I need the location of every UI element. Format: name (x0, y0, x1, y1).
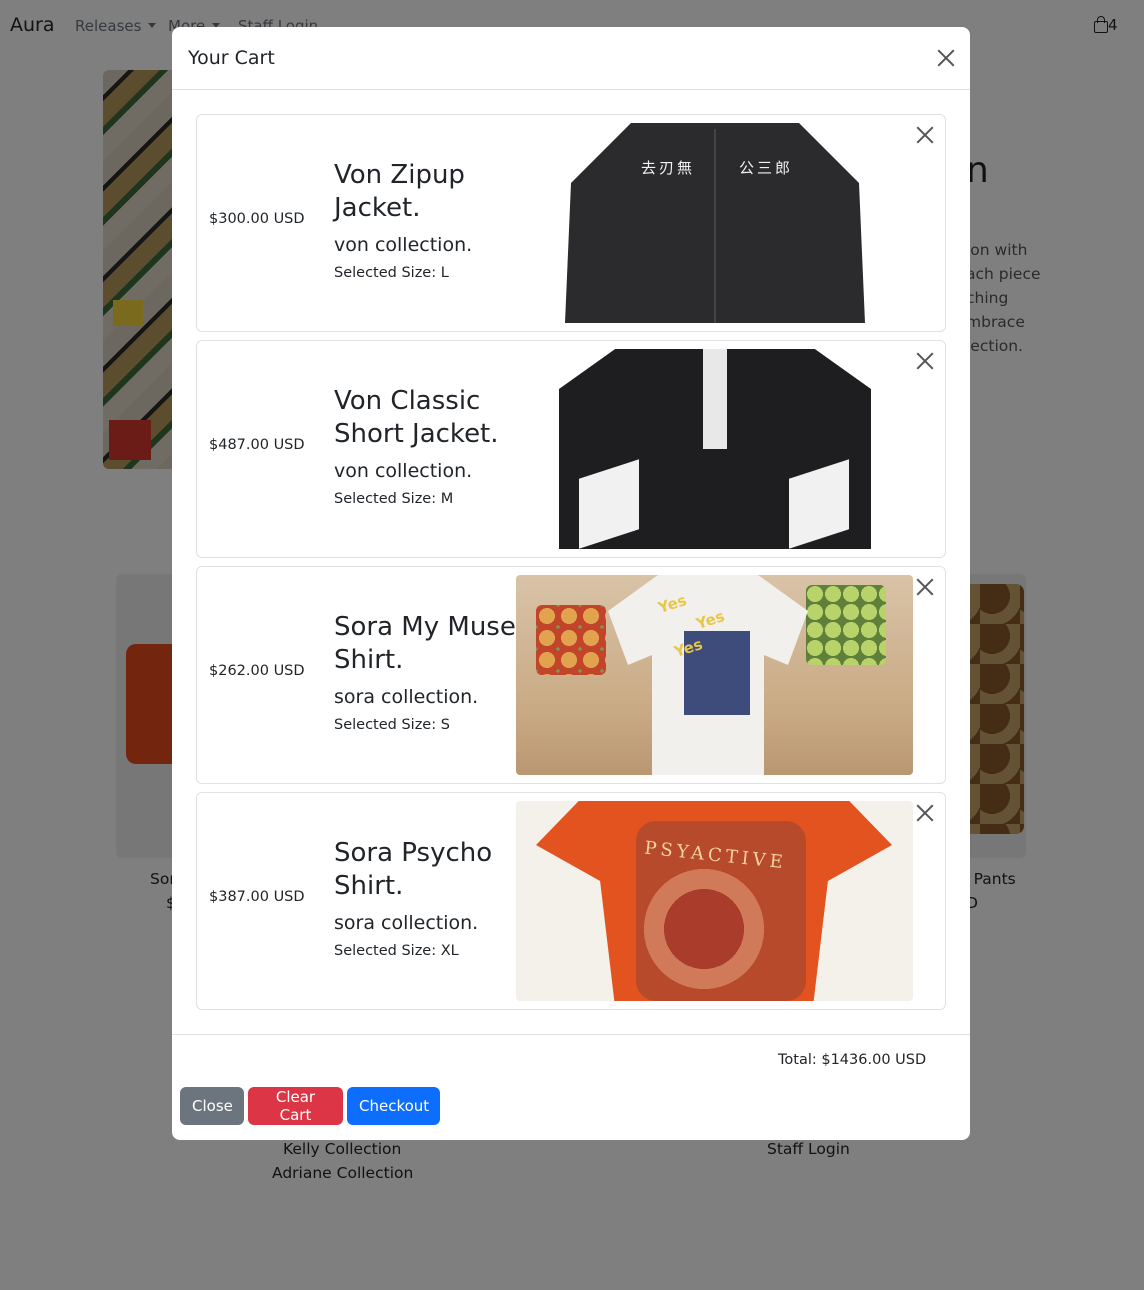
close-icon[interactable] (916, 352, 934, 370)
item-image: PSYACTIVE (516, 801, 913, 1001)
cart-item: $262.00 USD Sora My Muse Shirt. sora col… (196, 566, 946, 784)
item-price: $300.00 USD (209, 211, 305, 227)
jacket-print-right: 公三郎 (739, 159, 794, 177)
item-name: Sora My Muse Shirt. (334, 612, 516, 675)
item-name: Von Classic Short Jacket. (334, 386, 499, 449)
cart-item: $387.00 USD Sora Psycho Shirt. sora coll… (196, 792, 946, 1010)
modal-title: Your Cart (188, 47, 275, 69)
close-icon[interactable] (916, 578, 934, 596)
item-collection: sora collection. (334, 912, 479, 934)
item-image: 去刃無 公三郎 (517, 123, 917, 323)
cart-total: Total: $1436.00 USD (778, 1052, 927, 1068)
modal-footer: Total: $1436.00 USD Close Clear Cart Che… (172, 1034, 970, 1140)
checkout-button[interactable]: Checkout (347, 1087, 440, 1125)
close-icon[interactable] (916, 804, 934, 822)
item-price: $387.00 USD (209, 889, 305, 905)
item-collection: von collection. (334, 460, 473, 482)
item-collection: sora collection. (334, 686, 479, 708)
cart-modal: Your Cart $300.00 USD Von Zipup Jacket. … (172, 27, 970, 1140)
modal-body: $300.00 USD Von Zipup Jacket. von collec… (172, 90, 970, 1034)
clear-cart-button[interactable]: Clear Cart (248, 1087, 343, 1125)
item-name: Von Zipup Jacket. (334, 160, 465, 223)
cart-item: $487.00 USD Von Classic Short Jacket. vo… (196, 340, 946, 558)
close-icon[interactable] (937, 49, 955, 67)
item-size: Selected Size: XL (334, 943, 459, 959)
item-price: $262.00 USD (209, 663, 305, 679)
item-image: Yes Yes Yes (516, 575, 913, 775)
cart-item: $300.00 USD Von Zipup Jacket. von collec… (196, 114, 946, 332)
item-price: $487.00 USD (209, 437, 305, 453)
item-collection: von collection. (334, 234, 473, 256)
jacket-print-left: 去刃無 (641, 159, 696, 177)
modal-header: Your Cart (172, 27, 970, 90)
item-name: Sora Psycho Shirt. (334, 838, 493, 901)
item-size: Selected Size: S (334, 717, 450, 733)
close-button[interactable]: Close (180, 1087, 244, 1125)
item-size: Selected Size: L (334, 265, 449, 281)
item-size: Selected Size: M (334, 491, 454, 507)
close-icon[interactable] (916, 126, 934, 144)
item-image (517, 349, 917, 549)
